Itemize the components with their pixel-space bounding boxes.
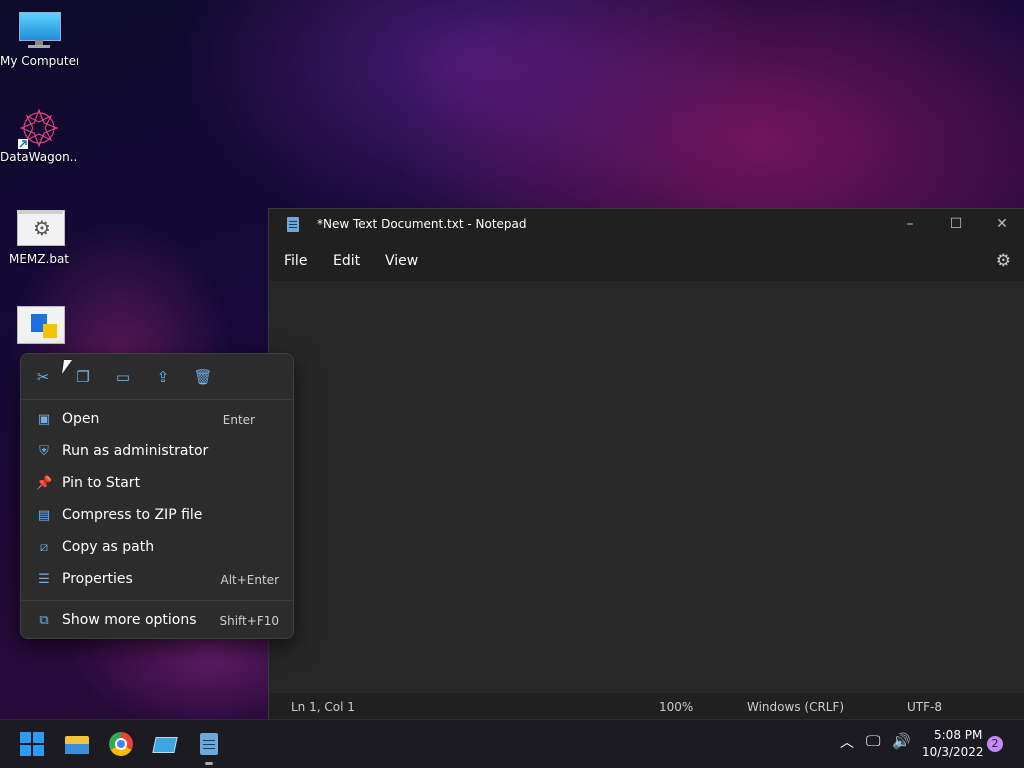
text-editor-area[interactable] — [269, 281, 1024, 693]
divider — [21, 399, 293, 400]
close-button[interactable]: ✕ — [979, 209, 1024, 241]
encoding: UTF-8 — [907, 700, 942, 714]
notification-badge[interactable]: 2 — [987, 736, 1003, 752]
menu-item-properties[interactable]: ☰ Properties Alt+Enter — [21, 565, 293, 595]
chevron-up-icon[interactable]: ︿ — [840, 732, 854, 752]
line-endings: Windows (CRLF) — [747, 700, 845, 714]
notepad-taskbar-icon[interactable] — [197, 732, 221, 765]
monitor-icon — [17, 10, 61, 50]
menu-item-compress-zip[interactable]: ▤ Compress to ZIP file — [21, 501, 293, 531]
path-icon: ⧄ — [39, 540, 49, 555]
desktop-icon-setup[interactable] — [0, 306, 78, 350]
menu-item-label: Run as administrator — [62, 443, 209, 459]
share-icon[interactable]: ⇪ — [151, 366, 175, 388]
menu-item-label: Open — [62, 411, 100, 427]
menu-item-copy-as-path[interactable]: ⧄ Copy as path — [21, 533, 293, 563]
menu-view[interactable]: View — [385, 253, 418, 269]
notepad-window[interactable]: *New Text Document.txt - Notepad – ☐ ✕ F… — [268, 208, 1024, 721]
settings-gear-icon[interactable]: ⚙ — [996, 251, 1011, 271]
desktop-icon-label: DataWagon... — [0, 150, 78, 164]
divider — [21, 600, 293, 601]
menu-item-label: Copy as path — [62, 539, 155, 555]
open-icon: ▣ — [37, 412, 51, 427]
desktop-icon-my-computer[interactable]: My Computer — [0, 10, 78, 68]
window-title: *New Text Document.txt - Notepad — [317, 217, 527, 231]
chrome-icon[interactable] — [109, 732, 133, 756]
menu-item-label: Show more options — [62, 612, 197, 628]
menu-item-run-as-admin[interactable]: ⛨ Run as administrator — [21, 437, 293, 467]
shortcut-label: Shift+F10 — [219, 614, 279, 628]
start-windows-icon[interactable] — [20, 732, 44, 756]
volume-icon[interactable]: 🔊 — [892, 732, 911, 750]
menu-bar: File Edit View ⚙ — [269, 241, 1024, 281]
desktop-icon-datawagon[interactable]: DataWagon... — [0, 106, 78, 164]
menu-item-open[interactable]: ▣ Open Enter — [21, 405, 293, 435]
rename-icon[interactable]: ▭ — [111, 366, 135, 388]
installer-icon — [17, 306, 65, 346]
clock-date[interactable]: 10/3/2022 — [922, 745, 984, 759]
pin-icon: 📌 — [36, 476, 53, 491]
desktop-icon-label: My Computer — [0, 54, 78, 68]
menu-item-label: Pin to Start — [62, 475, 141, 491]
zip-icon: ▤ — [37, 508, 51, 523]
shortcut-label: Enter — [222, 413, 255, 427]
datawagon-logo-icon — [17, 106, 61, 149]
status-bar: Ln 1, Col 1 100% Windows (CRLF) UTF-8 — [269, 693, 1024, 721]
network-icon[interactable]: 🖵 — [866, 732, 880, 750]
menu-edit[interactable]: Edit — [333, 253, 360, 269]
cut-icon[interactable]: ✂ — [31, 366, 55, 388]
desktop-icon-label: MEMZ.bat — [9, 252, 69, 266]
copy-icon[interactable]: ❐ — [71, 366, 95, 388]
menu-item-pin-to-start[interactable]: 📌 Pin to Start — [21, 469, 293, 499]
menu-item-show-more-options[interactable]: ⧉ Show more options Shift+F10 — [21, 606, 293, 636]
context-menu: ✂ ❐ ▭ ⇪ 🗑 ▣ Open Enter ⛨ Run as administ… — [20, 353, 294, 639]
app-icon[interactable] — [152, 732, 178, 756]
delete-icon[interactable]: 🗑 — [191, 366, 215, 388]
notepad-icon — [287, 217, 299, 232]
batch-file-icon: ⚙ — [17, 208, 65, 248]
file-explorer-icon[interactable] — [65, 732, 89, 756]
clock-time[interactable]: 5:08 PM — [934, 728, 982, 742]
menu-item-label: Properties — [62, 571, 133, 587]
zoom-level: 100% — [659, 700, 694, 714]
desktop-icon-memz[interactable]: ⚙ MEMZ.bat — [0, 208, 78, 266]
minimize-button[interactable]: – — [887, 209, 933, 241]
maximize-button[interactable]: ☐ — [933, 209, 979, 241]
properties-icon: ☰ — [38, 572, 50, 587]
title-bar[interactable]: *New Text Document.txt - Notepad – ☐ ✕ — [269, 209, 1024, 241]
shortcut-label: Alt+Enter — [220, 573, 279, 587]
cursor-position: Ln 1, Col 1 — [291, 700, 355, 714]
menu-item-label: Compress to ZIP file — [62, 507, 203, 523]
shield-icon: ⛨ — [39, 444, 49, 459]
more-options-icon: ⧉ — [39, 613, 49, 628]
taskbar: ︿ 🖵 🔊 5:08 PM 10/3/2022 2 — [0, 719, 1024, 768]
menu-file[interactable]: File — [284, 253, 307, 269]
